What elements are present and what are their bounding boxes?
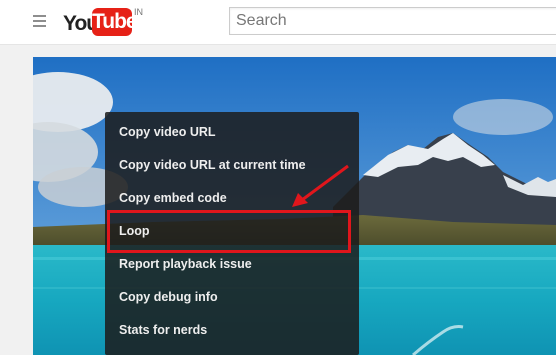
hamburger-menu-icon[interactable] [33, 15, 46, 27]
logo-region-code: IN [134, 7, 143, 17]
search-input[interactable] [230, 8, 556, 34]
menu-item-copy-video-url[interactable]: Copy video URL [105, 116, 359, 149]
loop-highlight-annotation [107, 210, 351, 253]
annotation-arrow-icon [292, 164, 349, 207]
menu-item-stats-for-nerds[interactable]: Stats for nerds [105, 314, 359, 347]
logo-tube-text: Tube [92, 8, 138, 36]
masthead: You Tube IN [0, 0, 556, 45]
search-box[interactable] [229, 7, 556, 35]
menu-item-copy-debug-info[interactable]: Copy debug info [105, 281, 359, 314]
